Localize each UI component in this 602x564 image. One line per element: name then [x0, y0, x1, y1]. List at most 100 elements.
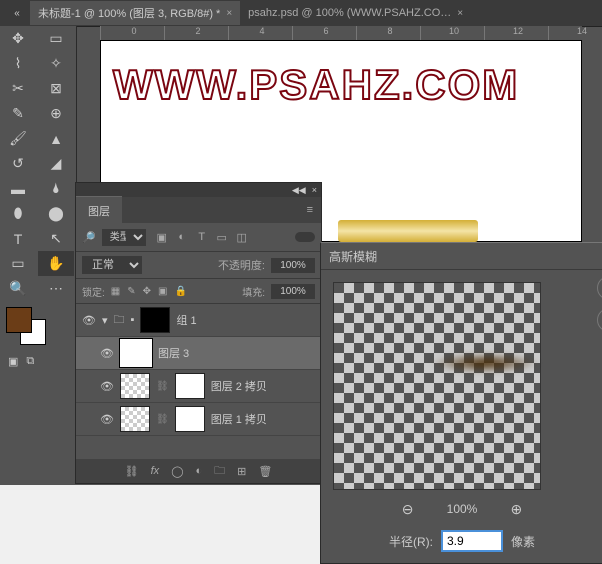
link-layers-icon[interactable]: ⛓: [125, 465, 139, 478]
group-icon[interactable]: 🗀: [214, 462, 225, 481]
zoom-out-icon[interactable]: ⊖: [399, 500, 417, 518]
layers-tab[interactable]: 图层: [76, 196, 122, 225]
move-tool[interactable]: ✥: [0, 26, 36, 51]
filter-smart-icon[interactable]: ◫: [236, 231, 248, 244]
opacity-input[interactable]: [271, 258, 315, 273]
chevron-down-icon[interactable]: ▾: [102, 314, 108, 327]
more-tool[interactable]: ⋯: [38, 276, 74, 301]
ok-button[interactable]: 确定: [597, 276, 602, 300]
marquee-tool[interactable]: ▭: [38, 26, 74, 51]
visibility-icon[interactable]: 👁: [82, 314, 96, 327]
collapse-icon[interactable]: «: [10, 6, 24, 20]
visibility-icon[interactable]: 👁: [100, 347, 114, 360]
history-brush-tool[interactable]: ↺: [0, 151, 36, 176]
layer-name: 图层 3: [158, 345, 189, 361]
type-tool[interactable]: T: [0, 226, 36, 251]
opacity-label: 不透明度:: [218, 257, 265, 273]
document-tab-2[interactable]: psahz.psd @ 100% (WWW.PSAHZ.CO… ×: [240, 3, 471, 23]
mask-thumbnail[interactable]: [140, 307, 170, 333]
kind-select[interactable]: 类型: [102, 229, 146, 246]
healing-tool[interactable]: ⊕: [38, 101, 74, 126]
passthrough-icon: ▪: [131, 314, 135, 326]
layer-row-group[interactable]: 👁 ▾ 🗀 ▪ 组 1: [76, 304, 321, 337]
screenmode-icon[interactable]: ⧉: [26, 355, 34, 368]
layer-name: 组 1: [176, 312, 196, 328]
fx-icon[interactable]: fx: [151, 465, 160, 477]
layer-thumbnail[interactable]: [120, 373, 150, 399]
tab-label: psahz.psd @ 100% (WWW.PSAHZ.CO…: [248, 7, 451, 19]
dodge-tool[interactable]: ⬤: [38, 201, 74, 226]
new-layer-icon[interactable]: ⊞: [237, 465, 246, 478]
collapse-icon[interactable]: ◀◀: [292, 185, 306, 196]
close-icon[interactable]: ×: [312, 185, 317, 195]
slice-tool[interactable]: ⊠: [38, 76, 74, 101]
layers-footer: ⛓ fx ◯ ◐ 🗀 ⊞ 🗑: [76, 459, 321, 483]
lock-artboard-icon[interactable]: ▣: [158, 286, 167, 297]
visibility-icon[interactable]: 👁: [100, 413, 114, 426]
visibility-icon[interactable]: 👁: [100, 380, 114, 393]
lock-all-icon[interactable]: 🔒: [174, 286, 186, 297]
bucket-tool[interactable]: 🌢: [38, 176, 74, 201]
layer-thumbnail[interactable]: [120, 339, 152, 367]
lock-brush-icon[interactable]: ✎: [127, 286, 135, 297]
mask-thumbnail[interactable]: [175, 373, 205, 399]
eraser-tool[interactable]: ◢: [38, 151, 74, 176]
fill-input[interactable]: [271, 284, 315, 299]
watermark-text: WWW.PSAHZ.COM: [101, 41, 581, 129]
layer-row[interactable]: 👁 ⛓ 图层 1 拷贝: [76, 403, 321, 436]
search-icon[interactable]: 🔎: [82, 231, 96, 244]
gradient-tool[interactable]: ▬: [0, 176, 36, 201]
lasso-tool[interactable]: ⌇: [0, 51, 36, 76]
canvas-object: [338, 220, 478, 242]
reset-button[interactable]: 复位: [597, 308, 602, 332]
close-icon[interactable]: ×: [226, 8, 232, 19]
stamp-tool[interactable]: ▲: [38, 126, 74, 151]
lock-position-icon[interactable]: ✥: [143, 286, 151, 297]
folder-icon: 🗀: [114, 311, 125, 330]
crop-tool[interactable]: ✂: [0, 76, 36, 101]
document-tabbar: « 未标题-1 @ 100% (图层 3, RGB/8#) * × psahz.…: [0, 0, 602, 27]
adjustment-icon[interactable]: ◐: [196, 465, 203, 477]
layer-name: 图层 2 拷贝: [211, 378, 267, 394]
blend-mode-select[interactable]: 正常: [82, 256, 142, 274]
foreground-color[interactable]: [6, 307, 32, 333]
layer-thumbnail[interactable]: [120, 406, 150, 432]
mask-icon[interactable]: ◯: [171, 465, 183, 478]
eyedropper-tool[interactable]: ✎: [0, 101, 36, 126]
blur-tool[interactable]: ⬮: [0, 201, 36, 226]
document-tab-1[interactable]: 未标题-1 @ 100% (图层 3, RGB/8#) * ×: [30, 1, 240, 25]
radius-label: 半径(R):: [389, 533, 433, 550]
tab-label: 未标题-1 @ 100% (图层 3, RGB/8#) *: [38, 5, 220, 21]
fill-label: 填充:: [242, 284, 265, 299]
lock-pixels-icon[interactable]: ▦: [111, 286, 120, 297]
shape-tool[interactable]: ▭: [0, 251, 36, 276]
close-icon[interactable]: ×: [457, 8, 463, 19]
ruler-horizontal: 0 2 4 6 8 10 12 14 16: [100, 26, 582, 40]
panel-menu-icon[interactable]: ≡: [299, 204, 321, 216]
color-swatches[interactable]: [0, 301, 76, 351]
delete-icon[interactable]: 🗑: [258, 465, 272, 478]
filter-shape-icon[interactable]: ▭: [216, 231, 228, 244]
quickmask-icon[interactable]: ▣: [8, 355, 18, 368]
radius-input[interactable]: [441, 530, 503, 552]
brush-tool[interactable]: 🖌: [0, 126, 36, 151]
zoom-level: 100%: [447, 502, 478, 516]
zoom-tool[interactable]: 🔍: [0, 276, 36, 301]
layer-row[interactable]: 👁 图层 3: [76, 337, 321, 370]
layer-name: 图层 1 拷贝: [211, 411, 267, 427]
link-icon[interactable]: ⛓: [156, 381, 169, 392]
hand-tool[interactable]: ✋: [38, 251, 74, 276]
path-tool[interactable]: ↖: [38, 226, 74, 251]
mask-thumbnail[interactable]: [175, 406, 205, 432]
layers-panel: ◀◀ × 图层 ≡ 🔎 类型 ▣ ◐ T ▭ ◫ 正常 不透明度: 锁定:: [75, 182, 322, 484]
filter-image-icon[interactable]: ▣: [156, 231, 168, 244]
layer-row[interactable]: 👁 ⛓ 图层 2 拷贝: [76, 370, 321, 403]
filter-type-icon[interactable]: T: [196, 231, 208, 244]
filter-adjust-icon[interactable]: ◐: [176, 231, 188, 244]
link-icon[interactable]: ⛓: [156, 414, 169, 425]
filter-toggle[interactable]: [295, 232, 315, 242]
lock-label: 锁定:: [82, 284, 105, 299]
effect-preview[interactable]: [333, 282, 541, 490]
magic-wand-tool[interactable]: ✧: [38, 51, 74, 76]
zoom-in-icon[interactable]: ⊕: [507, 500, 525, 518]
